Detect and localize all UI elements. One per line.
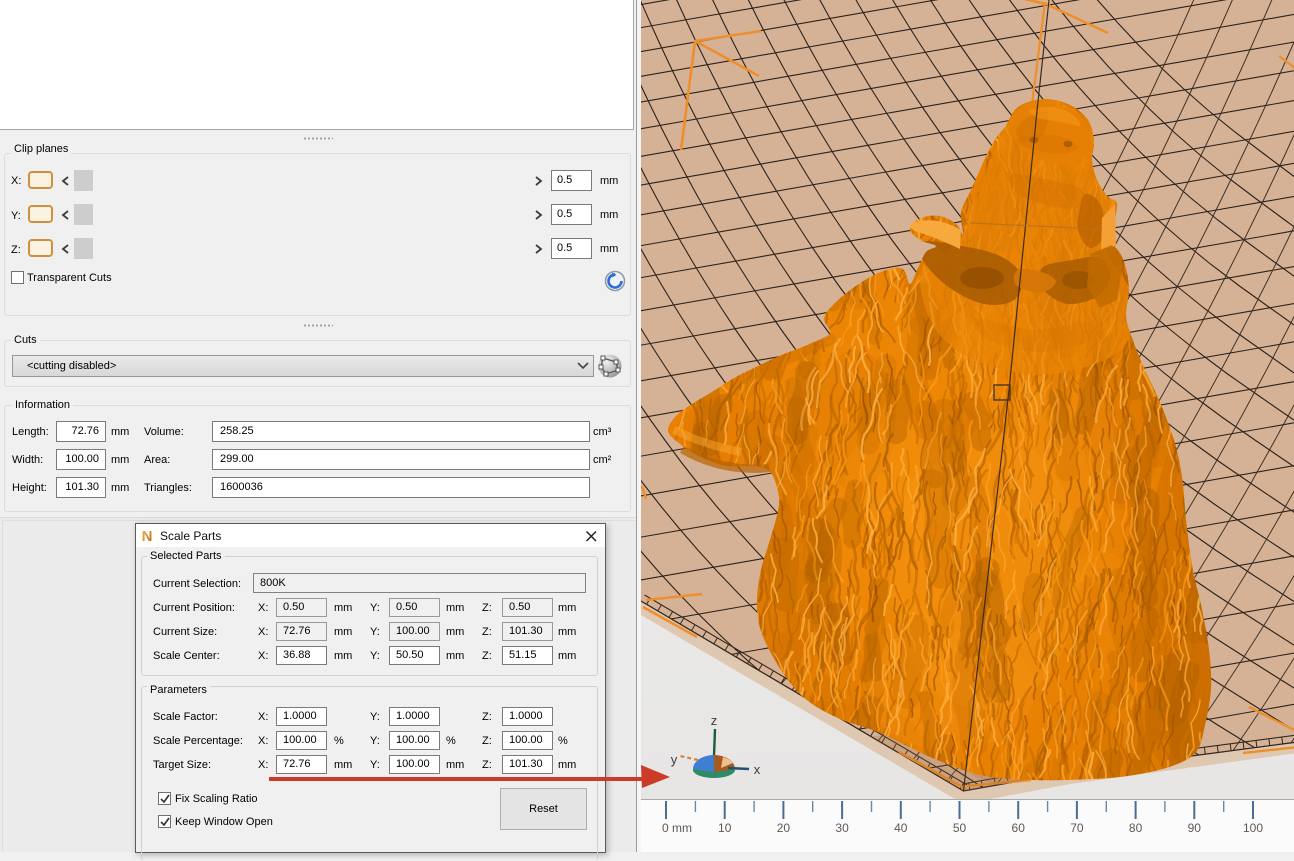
svg-text:30: 30 <box>835 821 849 835</box>
svg-text:z: z <box>711 713 718 728</box>
svg-text:90: 90 <box>1188 821 1202 835</box>
svg-text:100: 100 <box>1243 821 1263 835</box>
svg-text:N: N <box>142 528 153 544</box>
svg-text:x: x <box>754 762 761 777</box>
svg-text:40: 40 <box>894 821 908 835</box>
svg-text:60: 60 <box>1012 821 1026 835</box>
svg-text:70: 70 <box>1070 821 1084 835</box>
svg-text:50: 50 <box>953 821 967 835</box>
svg-text:80: 80 <box>1129 821 1143 835</box>
svg-text:y: y <box>671 752 678 767</box>
svg-text:20: 20 <box>777 821 791 835</box>
svg-text:0 mm: 0 mm <box>662 821 692 835</box>
svg-text:10: 10 <box>718 821 732 835</box>
